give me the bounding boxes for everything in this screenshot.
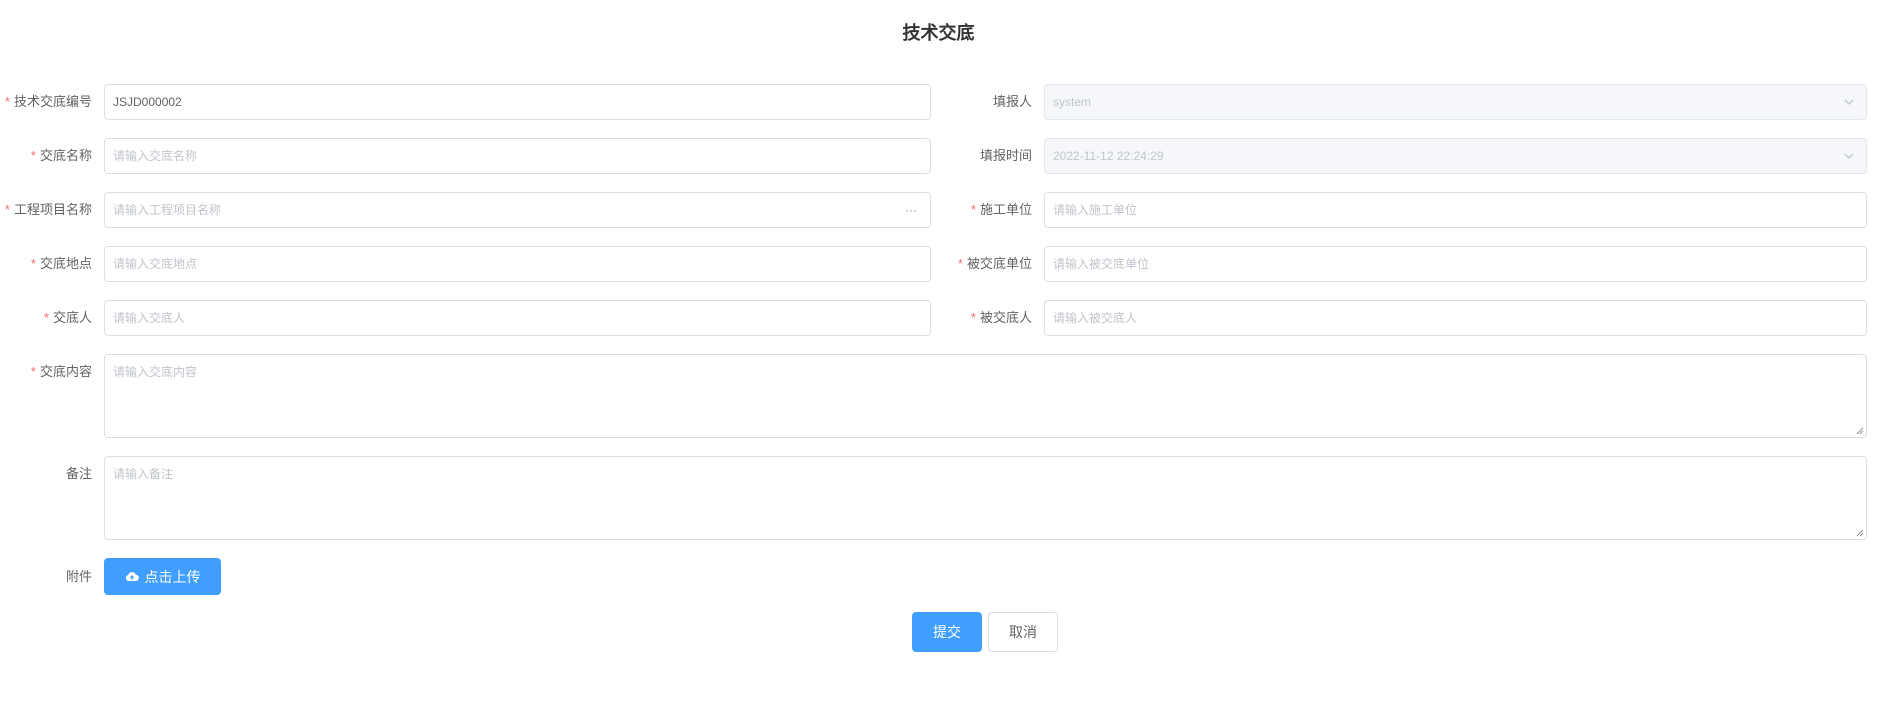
report-time-picker[interactable]: 2022-11-12 22:24:29 — [1044, 138, 1867, 174]
name-label: * 交底名称 — [30, 148, 92, 163]
chevron-down-icon — [1834, 84, 1864, 120]
content-label: * 交底内容 — [30, 364, 92, 379]
presenter-label: * 交底人 — [43, 310, 92, 325]
recipient-label: * 被交底人 — [970, 310, 1032, 325]
form-row-location: * 交底地点 请输入交底地点 * 被交底单位 请输入被交底单位 — [0, 246, 1889, 282]
upload-button[interactable]: 点击上传 — [104, 558, 221, 595]
project-label: * 工程项目名称 — [4, 202, 92, 217]
project-input[interactable]: 请输入工程项目名称 — [104, 192, 931, 228]
attachment-label: 附件 — [65, 569, 92, 584]
form-row-presenter: * 交底人 请输入交底人 * 被交底人 请输入被交底人 — [0, 300, 1889, 336]
upload-button-label: 点击上传 — [144, 568, 201, 585]
reporter-select[interactable]: system — [1044, 84, 1867, 120]
ellipsis-icon[interactable]: ··· — [896, 192, 926, 228]
location-label: * 交底地点 — [30, 256, 92, 271]
code-input[interactable]: JSJD000002 — [104, 84, 931, 120]
resize-handle-icon[interactable] — [1856, 529, 1864, 537]
page-title: 技术交底 — [902, 23, 975, 43]
recipient-unit-input[interactable]: 请输入被交底单位 — [1044, 246, 1867, 282]
cloud-upload-icon — [125, 571, 139, 581]
recipient-input[interactable]: 请输入被交底人 — [1044, 300, 1867, 336]
presenter-input[interactable]: 请输入交底人 — [104, 300, 931, 336]
name-input[interactable]: 请输入交底名称 — [104, 138, 931, 174]
cancel-button[interactable]: 取消 — [988, 612, 1058, 652]
resize-handle-icon[interactable] — [1856, 427, 1864, 435]
remark-label: 备注 — [65, 466, 92, 481]
location-input[interactable]: 请输入交底地点 — [104, 246, 931, 282]
remark-placeholder: 请输入备注 — [113, 467, 174, 481]
remark-textarea[interactable]: 请输入备注 — [104, 456, 1867, 540]
content-placeholder: 请输入交底内容 — [113, 365, 198, 379]
form-row-name: * 交底名称 请输入交底名称 填报时间 2022-11-12 22:24:29 — [0, 138, 1889, 174]
content-textarea[interactable]: 请输入交底内容 — [104, 354, 1867, 438]
submit-button[interactable]: 提交 — [912, 612, 982, 652]
chevron-down-icon — [1834, 138, 1864, 174]
recipient-unit-label: * 被交底单位 — [957, 256, 1032, 271]
form-row-code: * 技术交底编号 JSJD000002 填报人 system — [0, 84, 1889, 120]
code-label: * 技术交底编号 — [4, 94, 92, 109]
report-time-label: 填报时间 — [979, 148, 1032, 163]
form-row-project: * 工程项目名称 请输入工程项目名称 ··· * 施工单位 请输入施工单位 — [0, 192, 1889, 228]
construction-unit-label: * 施工单位 — [970, 202, 1032, 217]
construction-unit-input[interactable]: 请输入施工单位 — [1044, 192, 1867, 228]
reporter-label: 填报人 — [992, 94, 1032, 109]
